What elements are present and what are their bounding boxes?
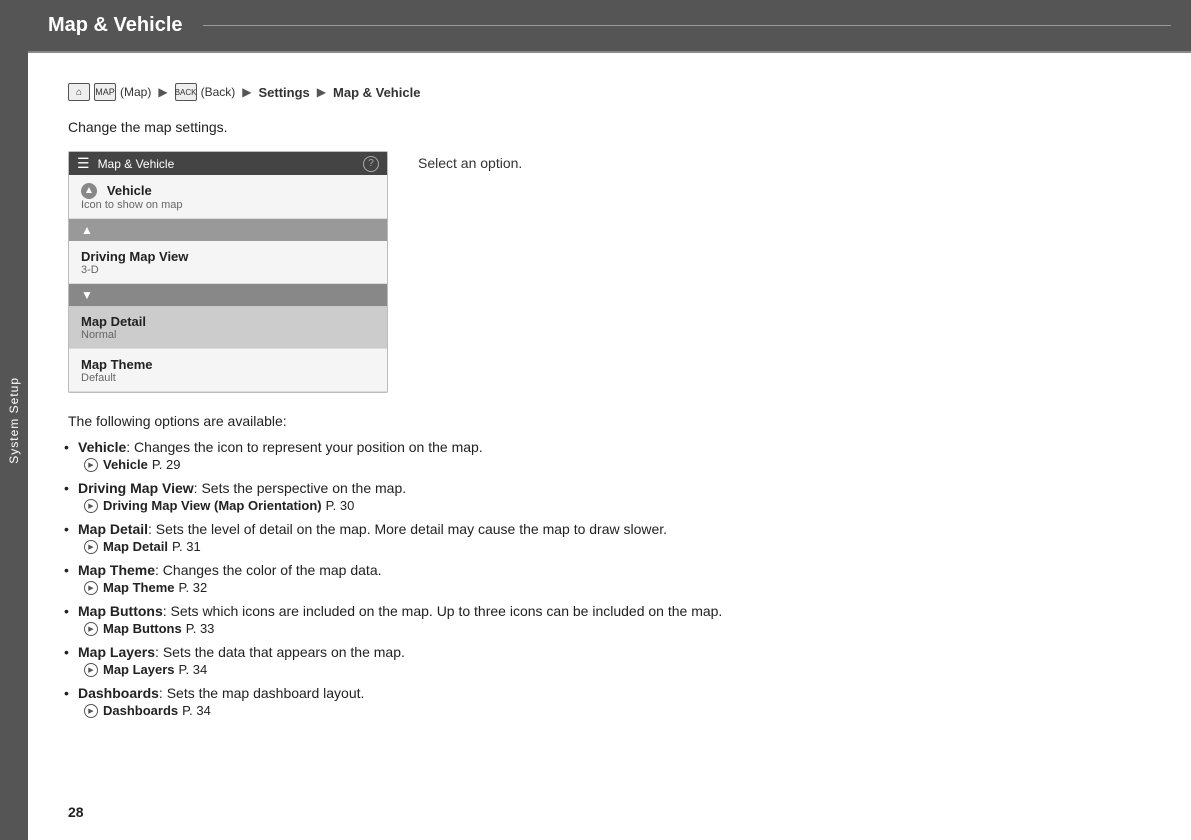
option-ref: Vehicle P. 29 <box>84 457 1151 472</box>
screen-row-detail[interactable]: Map Detail Normal <box>69 306 387 349</box>
option-name: Map Detail <box>78 521 148 537</box>
ref-page: P. 33 <box>186 621 215 636</box>
page-content: ⌂ MAP (Map) ▶ BACK (Back) ▶ Settings ▶ M… <box>28 53 1191 840</box>
main-content: Map & Vehicle ⌂ MAP (Map) ▶ BACK (Back) … <box>28 0 1191 840</box>
option-name: Map Buttons <box>78 603 163 619</box>
option-name: Vehicle <box>78 439 126 455</box>
screen-title: Map & Vehicle <box>98 157 175 171</box>
two-col-layout: ☰ Map & Vehicle ? ▲ Vehicle Icon to show… <box>68 151 1151 393</box>
screen-row-theme[interactable]: Map Theme Default <box>69 349 387 392</box>
sidebar-label: System Setup <box>7 377 21 464</box>
screen-row-vehicle[interactable]: ▲ Vehicle Icon to show on map <box>69 175 387 219</box>
option-ref: Driving Map View (Map Orientation) P. 30 <box>84 498 1151 513</box>
map-label: (Map) <box>120 85 151 99</box>
menu-icon: ☰ <box>77 155 90 172</box>
screen-rows: ▲ Vehicle Icon to show on map ▲ Driving … <box>69 175 387 392</box>
page-title: Map & Vehicle <box>48 14 183 37</box>
ref-arrow-icon <box>84 663 98 677</box>
ref-arrow-icon <box>84 581 98 595</box>
ref-page: P. 34 <box>179 662 208 677</box>
breadcrumb-settings: Settings <box>258 85 309 100</box>
screen-preview: ☰ Map & Vehicle ? ▲ Vehicle Icon to show… <box>68 151 388 393</box>
back-icon: BACK <box>175 83 197 101</box>
ref-text: Map Layers <box>103 662 175 677</box>
page-number: 28 <box>68 804 84 820</box>
vehicle-icon: ▲ <box>81 183 97 199</box>
ref-page: P. 32 <box>179 580 208 595</box>
option-ref: Dashboards P. 34 <box>84 703 1151 718</box>
option-desc: : Sets which icons are included on the m… <box>163 603 723 619</box>
screen-header: ☰ Map & Vehicle ? <box>69 152 387 175</box>
option-desc: : Sets the data that appears on the map. <box>155 644 405 660</box>
ref-text: Dashboards <box>103 703 178 718</box>
ref-page: P. 31 <box>172 539 201 554</box>
scroll-up[interactable]: ▲ <box>69 219 387 241</box>
breadcrumb: ⌂ MAP (Map) ▶ BACK (Back) ▶ Settings ▶ M… <box>68 83 1151 101</box>
option-name: Driving Map View <box>78 480 194 496</box>
map-icon: MAP <box>94 83 116 101</box>
ref-text: Vehicle <box>103 457 148 472</box>
option-ref: Map Layers P. 34 <box>84 662 1151 677</box>
breadcrumb-arrow-3: ▶ <box>317 85 326 99</box>
sidebar: System Setup <box>0 0 28 840</box>
breadcrumb-arrow-2: ▶ <box>242 85 251 99</box>
options-list: Vehicle: Changes the icon to represent y… <box>68 439 1151 718</box>
ref-text: Map Theme <box>103 580 175 595</box>
breadcrumb-arrow-1: ▶ <box>158 85 167 99</box>
list-item: Dashboards: Sets the map dashboard layou… <box>68 685 1151 718</box>
option-desc: : Sets the perspective on the map. <box>194 480 406 496</box>
option-name: Map Layers <box>78 644 155 660</box>
scroll-down[interactable]: ▼ <box>69 284 387 306</box>
ref-arrow-icon <box>84 704 98 718</box>
home-icon: ⌂ <box>68 83 90 101</box>
option-ref: Map Buttons P. 33 <box>84 621 1151 636</box>
back-label: (Back) <box>201 85 236 99</box>
list-item: Driving Map View: Sets the perspective o… <box>68 480 1151 513</box>
ref-page: P. 30 <box>326 498 355 513</box>
header-divider <box>203 25 1172 26</box>
list-item: Map Detail: Sets the level of detail on … <box>68 521 1151 554</box>
list-item: Map Layers: Sets the data that appears o… <box>68 644 1151 677</box>
intro-text: Change the map settings. <box>68 119 1151 135</box>
list-item: Map Theme: Changes the color of the map … <box>68 562 1151 595</box>
ref-text: Map Detail <box>103 539 168 554</box>
list-item: Map Buttons: Sets which icons are includ… <box>68 603 1151 636</box>
ref-arrow-icon <box>84 499 98 513</box>
list-item: Vehicle: Changes the icon to represent y… <box>68 439 1151 472</box>
ref-page: P. 29 <box>152 457 181 472</box>
options-title: The following options are available: <box>68 413 1151 429</box>
ref-arrow-icon <box>84 458 98 472</box>
option-desc: : Sets the map dashboard layout. <box>159 685 364 701</box>
ref-text: Driving Map View (Map Orientation) <box>103 498 322 513</box>
option-name: Dashboards <box>78 685 159 701</box>
option-desc: : Changes the color of the map data. <box>155 562 381 578</box>
ref-page: P. 34 <box>182 703 211 718</box>
option-ref: Map Detail P. 31 <box>84 539 1151 554</box>
page-header: Map & Vehicle <box>28 0 1191 53</box>
screen-row-driving[interactable]: Driving Map View 3-D <box>69 241 387 284</box>
select-option-text: Select an option. <box>418 151 522 393</box>
option-desc: : Sets the level of detail on the map. M… <box>148 521 667 537</box>
option-desc: : Changes the icon to represent your pos… <box>126 439 482 455</box>
breadcrumb-current: Map & Vehicle <box>333 85 420 100</box>
ref-arrow-icon <box>84 540 98 554</box>
options-section: The following options are available: Veh… <box>68 413 1151 718</box>
ref-arrow-icon <box>84 622 98 636</box>
option-name: Map Theme <box>78 562 155 578</box>
ref-text: Map Buttons <box>103 621 182 636</box>
option-ref: Map Theme P. 32 <box>84 580 1151 595</box>
help-button[interactable]: ? <box>363 156 379 172</box>
